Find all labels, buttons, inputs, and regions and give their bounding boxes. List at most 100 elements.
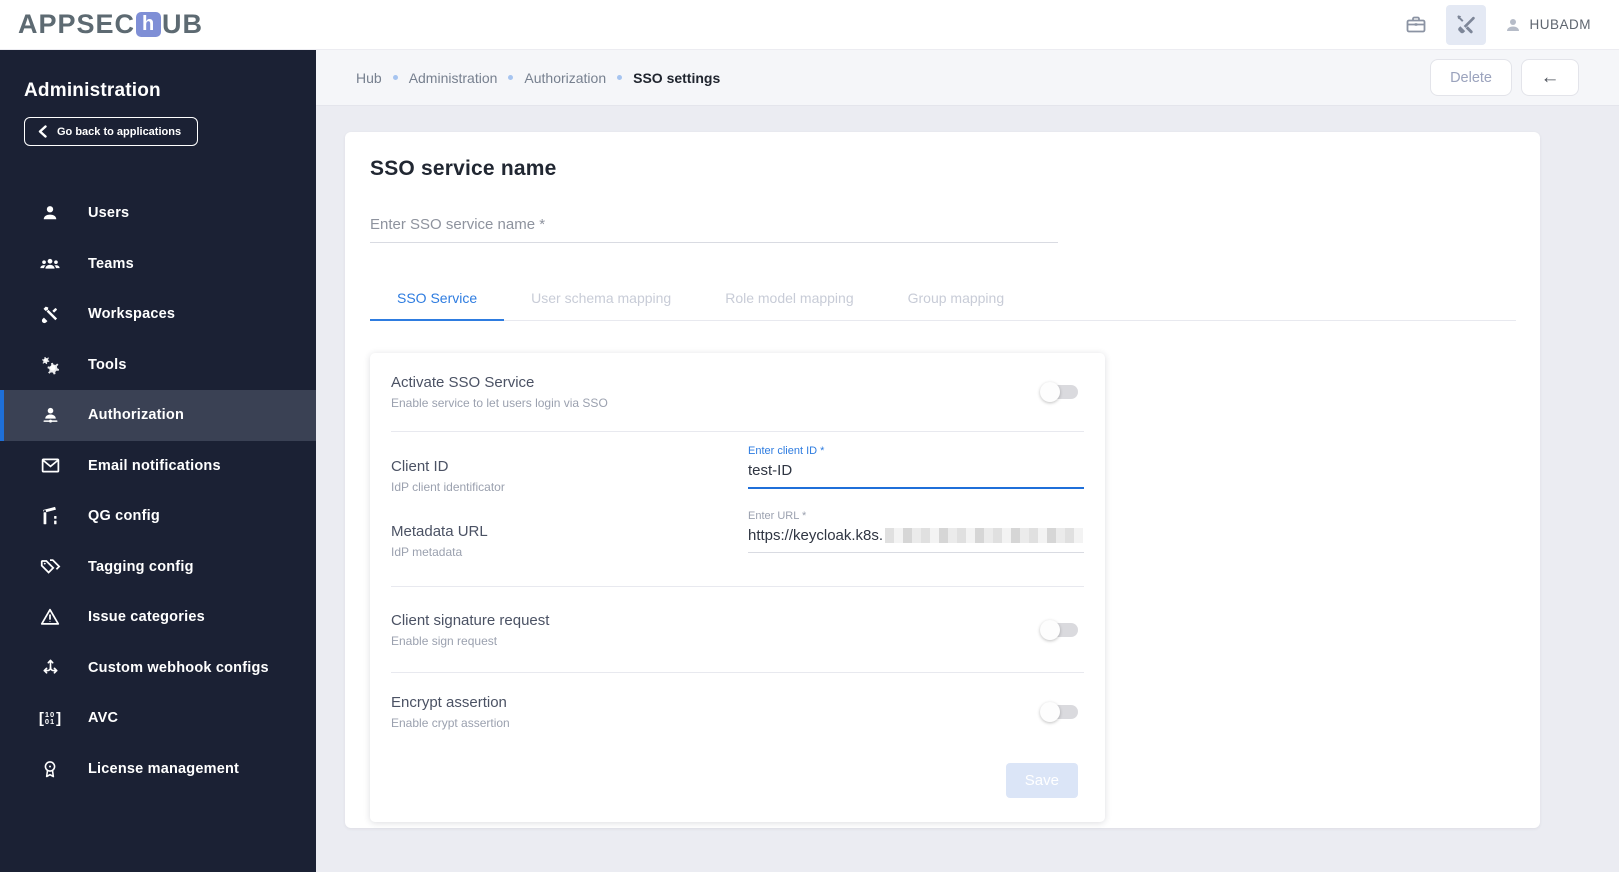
sidebar-item-avc[interactable]: [10 01] AVC — [0, 693, 316, 744]
toggle-knob — [1040, 702, 1060, 722]
breadcrumb-bar: Hub Administration Authorization SSO set… — [316, 50, 1619, 106]
tools-icon[interactable] — [1446, 4, 1487, 45]
client-id-field-label: Enter client ID * — [748, 445, 825, 457]
encrypt-assertion-toggle[interactable] — [1040, 702, 1078, 722]
sidebar-item-tagging-config[interactable]: Tagging config — [0, 542, 316, 593]
tags-icon — [38, 555, 62, 579]
row-labels: Metadata URL IdP metadata — [391, 523, 488, 559]
briefcase-icon[interactable] — [1396, 5, 1436, 45]
sidebar-item-tools[interactable]: Tools — [0, 340, 316, 391]
metadata-url-value: https://keycloak.k8s. — [748, 527, 884, 544]
gate-icon — [38, 504, 62, 528]
sidebar-item-label: Authorization — [88, 407, 185, 424]
sidebar-item-label: License management — [88, 760, 240, 777]
sidebar-item-issue-categories[interactable]: Issue categories — [0, 592, 316, 643]
client-id-input[interactable]: test-ID — [748, 457, 1084, 487]
activate-sso-toggle[interactable] — [1040, 382, 1078, 402]
breadcrumb-administration[interactable]: Administration — [409, 70, 498, 86]
panel-footer: Save — [370, 751, 1105, 808]
sidebar-item-label: Tools — [88, 356, 127, 373]
row-sublabel: Enable sign request — [391, 633, 498, 648]
breadcrumb-authorization[interactable]: Authorization — [524, 70, 606, 86]
tab-role-model-mapping[interactable]: Role model mapping — [698, 276, 880, 320]
client-id-underline — [748, 487, 1084, 489]
app-logo: APPSEC h UB — [18, 9, 203, 40]
sidebar: Administration Go back to applications U… — [0, 50, 316, 872]
row-label: Metadata URL — [391, 523, 488, 540]
tab-user-schema-mapping[interactable]: User schema mapping — [504, 276, 698, 320]
row-sublabel: Enable crypt assertion — [391, 716, 510, 730]
sidebar-item-workspaces[interactable]: Workspaces — [0, 289, 316, 340]
row-labels: Encrypt assertion Enable crypt assertion — [391, 694, 510, 730]
tab-sso-service[interactable]: SSO Service — [370, 276, 505, 321]
row-label: Client ID — [391, 458, 449, 475]
row-labels: Client ID IdP client identificator — [391, 458, 505, 494]
logo-tile-letter: h — [141, 13, 156, 35]
sidebar-item-label: Custom webhook configs — [88, 659, 269, 676]
tab-bar: SSO Service User schema mapping Role mod… — [370, 276, 1516, 321]
row-label: Client signature request — [391, 611, 550, 629]
redacted-url-blur — [885, 528, 1084, 543]
breadcrumb-dot — [617, 75, 623, 80]
breadcrumb-hub[interactable]: Hub — [356, 70, 382, 86]
manage-account-icon — [38, 403, 62, 427]
page-actions: Delete ← — [1430, 59, 1579, 96]
row-client-id: Client ID IdP client identificator Enter… — [370, 432, 1105, 500]
client-id-field: Enter client ID * test-ID — [748, 445, 1084, 489]
breadcrumb: Hub Administration Authorization SSO set… — [356, 70, 720, 86]
warning-triangle-icon — [38, 605, 62, 629]
logo-prefix: APPSEC — [18, 9, 136, 39]
main-content: SSO service name SSO Service User schema… — [316, 107, 1619, 872]
back-arrow-button[interactable]: ← — [1521, 59, 1579, 96]
user-icon — [38, 201, 62, 225]
sidebar-item-label: AVC — [88, 710, 119, 727]
go-back-to-applications-button[interactable]: Go back to applications — [24, 117, 199, 146]
breadcrumb-dot — [392, 75, 398, 80]
sidebar-item-label: Email notifications — [88, 457, 221, 474]
logo-h-tile: h — [136, 12, 162, 37]
row-label: Activate SSO Service — [391, 374, 535, 391]
row-encrypt-assertion: Encrypt assertion Enable crypt assertion — [370, 673, 1105, 751]
people-icon — [38, 252, 62, 276]
user-chip[interactable]: HUBADM — [1504, 16, 1591, 34]
toggle-knob — [1040, 619, 1060, 640]
sso-service-name-field — [370, 210, 1058, 243]
sso-service-name-input[interactable] — [370, 210, 1058, 243]
back-button-label: Go back to applications — [57, 125, 182, 138]
sidebar-item-custom-webhook-configs[interactable]: Custom webhook configs — [0, 643, 316, 694]
sidebar-item-email-notifications[interactable]: Email notifications — [0, 441, 316, 492]
row-activate-sso-service: Activate SSO Service Enable service to l… — [370, 353, 1105, 431]
sidebar-header: Administration Go back to applications — [0, 50, 316, 146]
topbar-actions: HUBADM — [1396, 4, 1591, 45]
metadata-url-field-label: Enter URL * — [748, 510, 807, 522]
split-arrows-icon — [38, 656, 62, 680]
top-bar: APPSEC h UB HUBADM — [0, 0, 1619, 50]
row-sublabel: Enable service to let users login via SS… — [391, 396, 608, 410]
metadata-url-input[interactable]: https://keycloak.k8s. — [748, 522, 1084, 552]
crossed-tools-icon — [38, 302, 62, 326]
client-signature-toggle[interactable] — [1040, 619, 1078, 640]
sidebar-item-label: Teams — [88, 255, 134, 272]
sidebar-item-qg-config[interactable]: QG config — [0, 491, 316, 542]
row-sublabel: IdP metadata — [391, 545, 463, 559]
row-labels: Activate SSO Service Enable service to l… — [391, 374, 608, 410]
sidebar-item-license-management[interactable]: License management — [0, 744, 316, 795]
user-icon — [1507, 18, 1520, 31]
binary-brackets-icon: [10 01] — [38, 709, 62, 727]
sso-settings-panel: Activate SSO Service Enable service to l… — [370, 353, 1105, 822]
row-labels: Client signature request Enable sign req… — [391, 612, 549, 648]
chevron-left-icon — [38, 125, 47, 138]
sidebar-menu: Users Teams Workspaces Tools Authorizati… — [0, 188, 316, 794]
save-button[interactable]: Save — [1005, 763, 1078, 798]
delete-button[interactable]: Delete — [1430, 59, 1512, 96]
sidebar-item-users[interactable]: Users — [0, 188, 316, 239]
gears-icon — [38, 353, 62, 377]
sidebar-item-label: Users — [88, 205, 130, 222]
row-label: Encrypt assertion — [391, 694, 507, 711]
sidebar-item-teams[interactable]: Teams — [0, 239, 316, 290]
logo-suffix: UB — [162, 9, 204, 39]
tab-group-mapping[interactable]: Group mapping — [881, 276, 1032, 320]
sidebar-item-label: QG config — [88, 508, 160, 525]
envelope-icon — [38, 454, 62, 478]
sidebar-item-authorization[interactable]: Authorization — [0, 390, 316, 441]
